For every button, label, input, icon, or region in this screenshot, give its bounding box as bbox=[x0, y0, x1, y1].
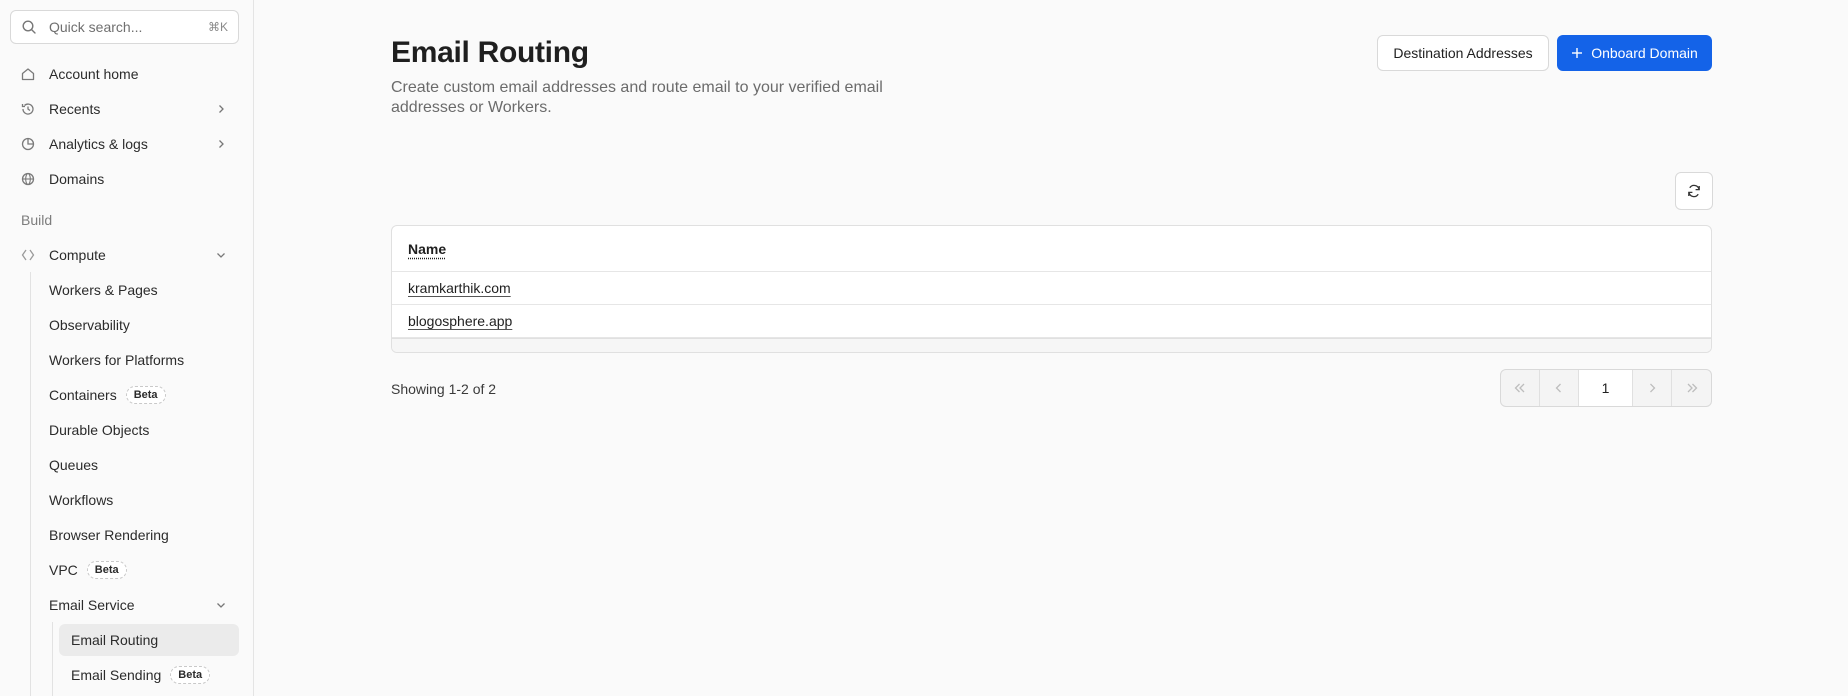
sidebar-item-analytics-logs[interactable]: Analytics & logs bbox=[10, 128, 239, 160]
sidebar-item-recents[interactable]: Recents bbox=[10, 93, 239, 125]
column-header-name[interactable]: Name bbox=[408, 241, 446, 257]
onboard-domain-button[interactable]: Onboard Domain bbox=[1557, 35, 1712, 71]
compute-icon bbox=[20, 247, 36, 263]
sidebar-item-vpc[interactable]: VPC Beta bbox=[38, 554, 239, 586]
domains-table: Name kramkarthik.com blogosphere.app bbox=[391, 225, 1712, 353]
history-icon bbox=[20, 101, 36, 117]
quick-search-input[interactable]: Quick search... ⌘K bbox=[10, 10, 239, 44]
chevron-down-icon bbox=[215, 249, 227, 261]
sidebar-item-account-home[interactable]: Account home bbox=[10, 58, 239, 90]
chevrons-left-icon bbox=[1513, 382, 1527, 394]
chevron-left-icon bbox=[1553, 382, 1565, 394]
first-page-button[interactable] bbox=[1501, 370, 1540, 406]
sidebar-item-workflows[interactable]: Workflows bbox=[38, 484, 239, 516]
sidebar-item-durable-objects[interactable]: Durable Objects bbox=[38, 414, 239, 446]
sidebar-item-label: Email Sending bbox=[71, 667, 162, 683]
sidebar-item-label: Workers for Platforms bbox=[49, 352, 185, 368]
chevron-right-icon bbox=[1646, 382, 1658, 394]
sidebar-item-label: Email Service bbox=[49, 597, 135, 613]
domain-link[interactable]: blogosphere.app bbox=[408, 313, 512, 329]
prev-page-button[interactable] bbox=[1540, 370, 1579, 406]
sidebar-item-label: Compute bbox=[49, 247, 106, 263]
domain-link[interactable]: kramkarthik.com bbox=[408, 280, 511, 296]
sidebar-item-label: Containers bbox=[49, 387, 117, 403]
sidebar-item-label: VPC bbox=[49, 562, 78, 578]
section-label-build: Build bbox=[21, 212, 53, 228]
sidebar: Quick search... ⌘K Account home Recents … bbox=[0, 0, 254, 696]
chart-icon bbox=[20, 136, 36, 152]
tree-guide-line bbox=[52, 622, 53, 696]
sidebar-item-label: Durable Objects bbox=[49, 422, 150, 438]
plus-icon bbox=[1571, 47, 1583, 59]
sidebar-item-queues[interactable]: Queues bbox=[38, 449, 239, 481]
last-page-button[interactable] bbox=[1672, 370, 1711, 406]
pagination-summary: Showing 1-2 of 2 bbox=[391, 381, 497, 397]
tree-guide-line bbox=[30, 272, 31, 696]
chevron-right-icon bbox=[215, 103, 227, 115]
sidebar-item-observability[interactable]: Observability bbox=[38, 309, 239, 341]
sidebar-item-label: Analytics & logs bbox=[49, 136, 148, 152]
sidebar-item-email-routing[interactable]: Email Routing bbox=[59, 624, 239, 656]
page-subtitle: Create custom email addresses and route … bbox=[391, 79, 883, 116]
chevron-down-icon bbox=[215, 599, 227, 611]
sidebar-item-label: Email Routing bbox=[71, 632, 159, 648]
sidebar-item-label: Observability bbox=[49, 317, 130, 333]
sidebar-item-email-service[interactable]: Email Service bbox=[38, 589, 239, 621]
home-icon bbox=[20, 66, 36, 82]
button-label: Destination Addresses bbox=[1393, 45, 1533, 61]
sidebar-item-label: Account home bbox=[49, 66, 139, 82]
chevrons-right-icon bbox=[1685, 382, 1699, 394]
sidebar-item-label: Queues bbox=[49, 457, 99, 473]
refresh-icon bbox=[1686, 183, 1702, 199]
sidebar-item-domains[interactable]: Domains bbox=[10, 163, 239, 195]
sidebar-item-email-sending[interactable]: Email Sending Beta bbox=[59, 659, 239, 691]
table-header: Name bbox=[392, 226, 1711, 272]
search-icon bbox=[21, 19, 37, 35]
chevron-right-icon bbox=[215, 138, 227, 150]
sidebar-item-label: Browser Rendering bbox=[49, 527, 169, 543]
table-footer bbox=[392, 338, 1711, 352]
refresh-button[interactable] bbox=[1675, 172, 1713, 210]
sidebar-item-containers[interactable]: Containers Beta bbox=[38, 379, 239, 411]
beta-badge: Beta bbox=[125, 386, 166, 404]
search-placeholder: Quick search... bbox=[49, 19, 143, 35]
table-row[interactable]: blogosphere.app bbox=[392, 305, 1711, 338]
page-title: Email Routing bbox=[391, 36, 589, 69]
sidebar-item-browser-rendering[interactable]: Browser Rendering bbox=[38, 519, 239, 551]
sidebar-item-label: Workers & Pages bbox=[49, 282, 158, 298]
pagination: 1 bbox=[1500, 369, 1712, 407]
sidebar-item-compute[interactable]: Compute bbox=[10, 239, 239, 271]
sidebar-item-workers-for-platforms[interactable]: Workers for Platforms bbox=[38, 344, 239, 376]
page-number[interactable]: 1 bbox=[1578, 370, 1634, 406]
beta-badge: Beta bbox=[170, 666, 211, 684]
globe-icon bbox=[20, 171, 36, 187]
sidebar-item-label: Domains bbox=[49, 171, 105, 187]
destination-addresses-button[interactable]: Destination Addresses bbox=[1377, 35, 1549, 71]
sidebar-item-label: Recents bbox=[49, 101, 101, 117]
table-row[interactable]: kramkarthik.com bbox=[392, 272, 1711, 305]
button-label: Onboard Domain bbox=[1591, 45, 1698, 61]
search-shortcut: ⌘K bbox=[207, 20, 228, 34]
sidebar-item-label: Workflows bbox=[49, 492, 114, 508]
next-page-button[interactable] bbox=[1633, 370, 1673, 406]
beta-badge: Beta bbox=[86, 561, 127, 579]
sidebar-item-workers-pages[interactable]: Workers & Pages bbox=[38, 274, 239, 306]
